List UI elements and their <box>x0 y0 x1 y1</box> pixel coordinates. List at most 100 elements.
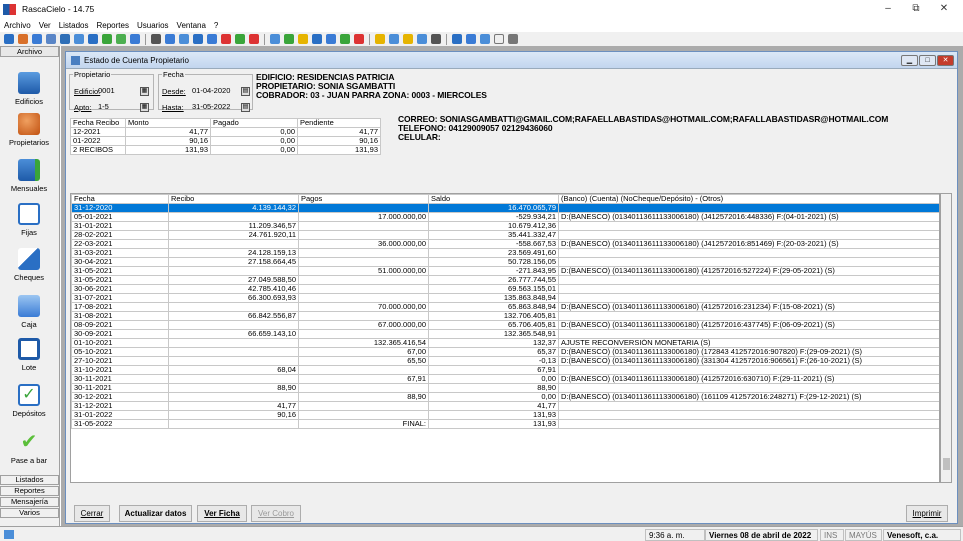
chart-tool-icon[interactable] <box>326 34 336 44</box>
desde-date-field[interactable]: 01-04-2020 <box>192 86 230 95</box>
edificio-lookup-icon[interactable]: ▦ <box>140 87 149 96</box>
stats-tool-icon[interactable] <box>207 34 217 44</box>
print-tool-icon[interactable] <box>193 34 203 44</box>
child-close-button[interactable]: ✕ <box>937 55 954 66</box>
table-row[interactable]: 31-12-2021 41,77 41,77 <box>71 401 939 411</box>
table-row[interactable]: 31-10-2021 68,04 67,91 <box>71 365 939 375</box>
edit-tool-icon[interactable] <box>60 34 70 44</box>
minimize-button[interactable]: – <box>878 2 898 16</box>
imprimir-button[interactable]: Imprimir <box>906 505 948 522</box>
calculator-tool-icon[interactable] <box>32 34 42 44</box>
menu-ventana[interactable]: Ventana <box>177 21 206 30</box>
table-row[interactable]: 28-02-2021 24.761.920,11 35.441.332,47 <box>71 230 939 240</box>
table-row[interactable]: 22-03-2021 36.000.000,00 -558.667,53 D:(BAN… <box>71 239 939 249</box>
hasta-date-field[interactable]: 31-05-2022 <box>192 102 230 111</box>
restore-button[interactable]: ⧉ <box>906 2 926 16</box>
menu-reportes[interactable]: Reportes <box>97 21 129 30</box>
table-row[interactable]: 31-08-2021 66.842.556,87 132.706.405,81 <box>71 311 939 321</box>
table-row[interactable]: 30-11-2021 67,91 0,00 D:(BANESCO) (01340113… <box>71 374 939 384</box>
table-row[interactable]: 30-04-2021 27.158.664,45 50.728.156,05 <box>71 257 939 267</box>
sidebar-header[interactable]: Archivo <box>0 46 59 57</box>
col-fecha[interactable]: Fecha <box>71 194 169 204</box>
col-detalle[interactable]: (Banco) (Cuenta) (NoCheque/Depósito) - (… <box>558 194 939 204</box>
sidebar-item-caja[interactable]: Caja <box>0 295 58 329</box>
table-row[interactable]: 30-09-2021 66.659.143,10 132.365.548,91 <box>71 329 939 339</box>
transactions-grid[interactable]: Fecha Recibo Pagos Saldo (Banco) (Cuenta… <box>70 193 940 483</box>
sidebar-item-propietarios[interactable]: Propietarios <box>0 113 58 147</box>
table-row[interactable]: 31-01-2022 90,16 131,93 <box>71 410 939 420</box>
close-button[interactable]: ✕ <box>934 2 954 16</box>
hasta-calendar-icon[interactable]: ▤ <box>241 103 250 112</box>
tile-tool-icon[interactable] <box>452 34 462 44</box>
cascade-tool-icon[interactable] <box>466 34 476 44</box>
table-row[interactable]: 05-10-2021 67,00 65,37 D:(BANESCO) (0134011… <box>71 347 939 357</box>
menu-listados[interactable]: Listados <box>59 21 89 30</box>
users-tool-icon[interactable] <box>235 34 245 44</box>
summary-row[interactable]: 12-2021 41,77 0,00 41,77 <box>70 127 381 137</box>
table-row[interactable]: 30-11-2021 88,90 88,90 <box>71 383 939 393</box>
stop-tool-icon[interactable] <box>354 34 364 44</box>
col-pagado[interactable]: Pagado <box>210 118 298 128</box>
sidebar-listados[interactable]: Listados <box>0 475 59 485</box>
menu-usuarios[interactable]: Usuarios <box>137 21 169 30</box>
actualizar-datos-button[interactable]: Actualizar datos <box>119 505 192 522</box>
document-tool-icon[interactable] <box>46 34 56 44</box>
menu-help[interactable]: ? <box>214 21 218 30</box>
vertical-scrollbar[interactable] <box>940 193 952 483</box>
child-maximize-button[interactable]: □ <box>919 55 936 66</box>
table-row[interactable]: 05-01-2021 17.000.000,00 -529.934,21 D:(BAN… <box>71 212 939 222</box>
globe-tool-icon[interactable] <box>389 34 399 44</box>
windows-tool-icon[interactable] <box>88 34 98 44</box>
sidebar-item-pase-a-bar[interactable]: ✔ Pase a bar <box>0 431 58 465</box>
buildings-tool-icon[interactable] <box>4 34 14 44</box>
delete-tool-icon[interactable] <box>221 34 231 44</box>
col-pagos[interactable]: Pagos <box>298 194 429 204</box>
report-tool-icon[interactable] <box>165 34 175 44</box>
arrange-tool-icon[interactable] <box>480 34 490 44</box>
sidebar-item-edificios[interactable]: Edificios <box>0 72 58 106</box>
money-tool-icon[interactable] <box>340 34 350 44</box>
ver-ficha-button[interactable]: Ver Ficha <box>197 505 247 522</box>
table-row[interactable]: 31-07-2021 66.300.693,93 135.863.848,94 <box>71 293 939 303</box>
desde-calendar-icon[interactable]: ▤ <box>241 87 250 96</box>
table-row[interactable]: 31-03-2021 24.128.159,13 23.569.491,60 <box>71 248 939 258</box>
table-row[interactable]: 01-10-2021 132.365.416,54 132,37 AJUSTE REC… <box>71 338 939 348</box>
email-tool-icon[interactable] <box>375 34 385 44</box>
check-tool-icon[interactable] <box>116 34 126 44</box>
owners-tool-icon[interactable] <box>18 34 28 44</box>
sidebar-item-depositos[interactable]: ✓ Depósitos <box>0 384 58 418</box>
table-row[interactable]: 31-05-2021 51.000.000,00 -271.843,95 D:(BAN… <box>71 266 939 276</box>
summary-row[interactable]: 2 RECIBOS 131,93 0,00 131,93 <box>70 145 381 155</box>
sidebar-item-mensuales[interactable]: Mensuales <box>0 159 58 193</box>
mail-tool-icon[interactable] <box>417 34 427 44</box>
sidebar-item-cheques[interactable]: Cheques <box>0 248 58 282</box>
scroll-thumb[interactable] <box>943 458 950 470</box>
table-row[interactable]: 31-12-2020 4.139.144,32 16.470.065,79 <box>71 203 939 213</box>
table-tool-icon[interactable] <box>312 34 322 44</box>
sidebar-item-lote[interactable]: Lote <box>0 338 58 372</box>
menu-ver[interactable]: Ver <box>39 21 51 30</box>
child-minimize-button[interactable]: ▁ <box>901 55 918 66</box>
open-tool-icon[interactable] <box>403 34 413 44</box>
sidebar-reportes[interactable]: Reportes <box>0 486 59 496</box>
edificio-field[interactable]: 0001 <box>98 86 115 95</box>
summary-row[interactable]: 01-2022 90,16 0,00 90,16 <box>70 136 381 146</box>
accept-tool-icon[interactable] <box>284 34 294 44</box>
apto-lookup-icon[interactable]: ▦ <box>140 103 149 112</box>
table-row[interactable]: 30-06-2021 42.785.410,46 69.563.155,01 <box>71 284 939 294</box>
apto-field[interactable]: 1-5 <box>98 102 109 111</box>
table-row[interactable]: 30-12-2021 88,90 0,00 D:(BANESCO) (01340113… <box>71 392 939 402</box>
col-monto[interactable]: Monto <box>125 118 211 128</box>
grid-tool-icon[interactable] <box>151 34 161 44</box>
monitor-tool-icon[interactable] <box>74 34 84 44</box>
menu-archivo[interactable]: Archivo <box>4 21 31 30</box>
sidebar-mensajeria[interactable]: Mensajería <box>0 497 59 507</box>
list-tool-icon[interactable] <box>179 34 189 44</box>
sidebar-item-fijas[interactable]: Fijas <box>0 203 58 237</box>
calc-tool-icon[interactable] <box>431 34 441 44</box>
table-row[interactable]: 31-05-2022 FINAL: 131,93 <box>71 419 939 429</box>
folder-tool-icon[interactable] <box>298 34 308 44</box>
col-pendiente[interactable]: Pendiente <box>297 118 381 128</box>
cerrar-button[interactable]: Cerrar <box>74 505 110 522</box>
checkbox-tool-icon[interactable] <box>102 34 112 44</box>
